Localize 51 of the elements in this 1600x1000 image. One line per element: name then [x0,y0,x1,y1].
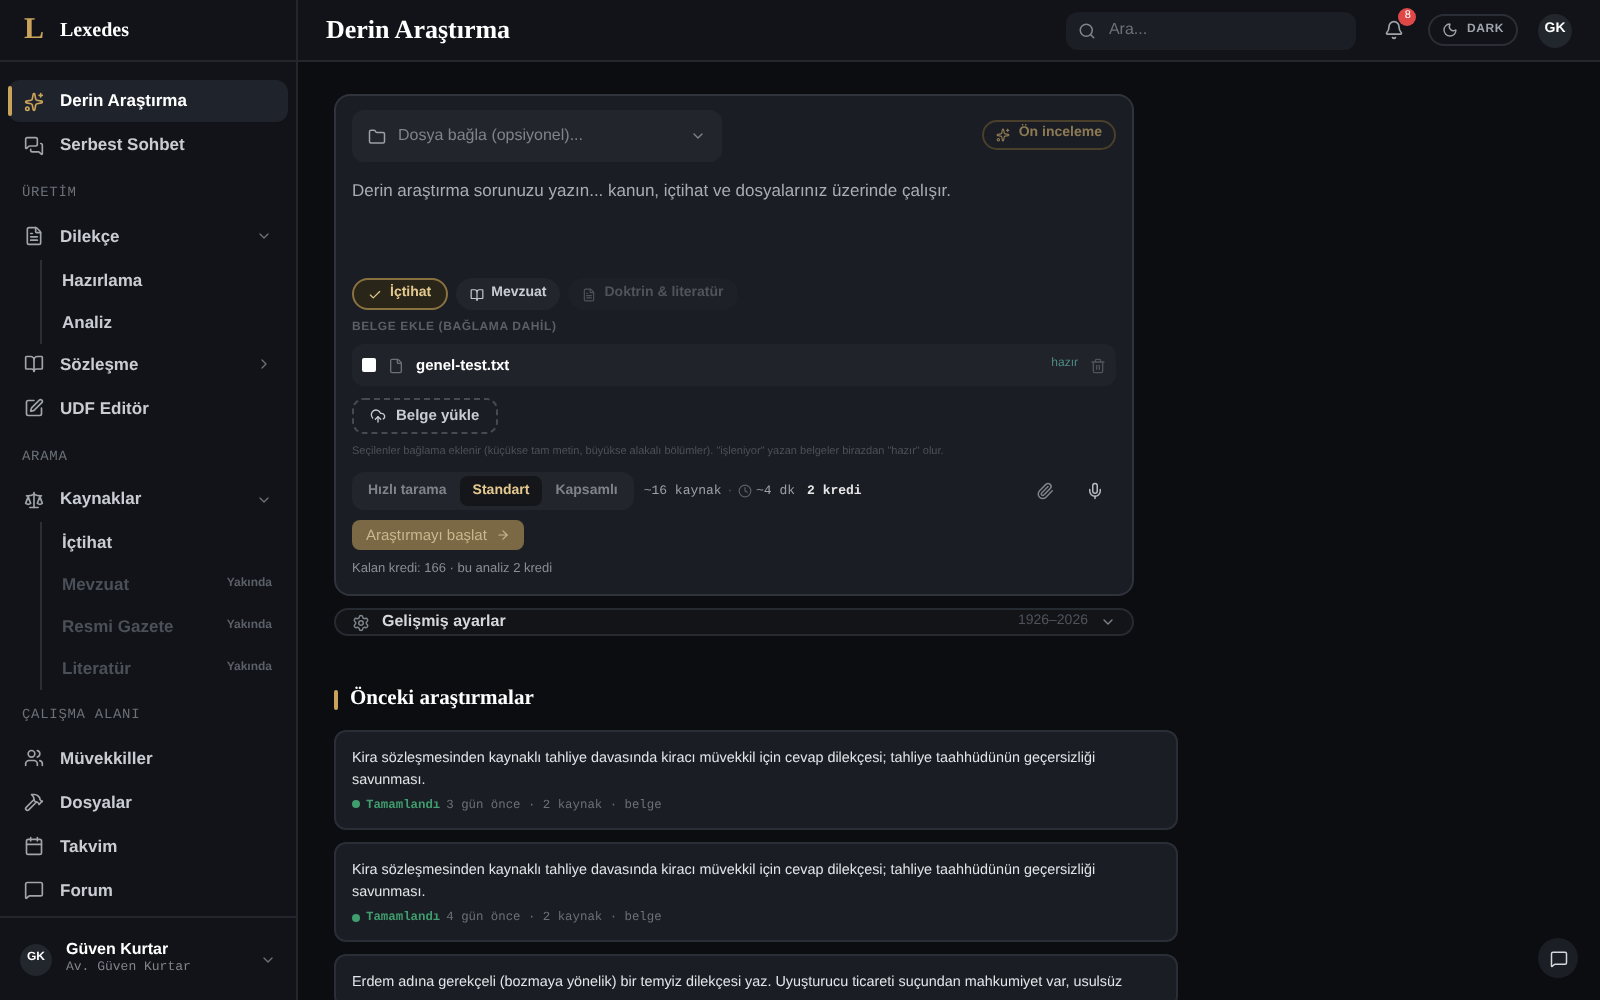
checkbox[interactable] [362,358,376,372]
section-title: Önceki araştırmalar [350,684,534,714]
chevron-down-icon [1100,614,1116,630]
nav-item[interactable]: Müvekkiller [8,737,288,779]
check-icon [368,287,382,301]
page-title: Derin Araştırma [326,12,513,49]
paperclip-icon[interactable] [1036,482,1054,501]
chat-button[interactable] [1538,938,1578,978]
chevron-down-icon [256,228,272,244]
moon-icon [1442,22,1459,38]
chevron-right-icon [256,356,272,372]
file-select[interactable]: Dosya bağla (opsiyonel)... [352,110,722,162]
book-icon [469,287,484,301]
nav-item[interactable]: Dilekçe [8,215,288,257]
gavel-icon [24,792,44,812]
chevron-down-icon [690,128,706,144]
cloud-upload-icon [370,408,386,424]
nav-item[interactable]: Forum [8,869,288,911]
file-icon [388,357,404,373]
nav-item[interactable]: Dosyalar [8,781,288,823]
message-icon [24,880,44,900]
calendar-icon [24,836,44,856]
logo-text: Lexedes [60,17,129,45]
sparkles-icon [996,128,1011,142]
sparkles-icon [24,91,44,111]
message-icon [1549,949,1567,967]
nav-item[interactable]: Kaynaklar [8,478,288,520]
nav-item[interactable]: Takvim [8,825,288,867]
edit-icon [24,398,44,418]
book-icon [24,354,44,374]
nav-item[interactable]: Serbest Sohbet [8,124,288,166]
scales-icon [24,489,44,509]
user-name: Güven Kurtar [66,940,171,961]
nav-item[interactable]: UDF Editör [8,387,288,429]
clock-icon [738,484,753,499]
nav-item[interactable]: Derin Araştırma [8,80,288,122]
gear-icon [352,613,370,631]
arrow-right-icon [496,528,511,543]
document-icon [582,287,597,301]
logo-mark: L [24,15,45,45]
search-icon [1078,21,1097,39]
nav-subitem[interactable]: Analiz [42,301,288,343]
folder-icon [368,127,386,145]
nav-subitem[interactable]: İçtihat [42,522,288,564]
chat-bubbles-icon [24,135,44,155]
microphone-icon[interactable] [1086,482,1104,501]
users-icon [24,748,44,768]
prompt-field[interactable]: Derin araştırma sorunuzu yazın... kanun, içtihat ve dosyalarınız üzerinde çalışır. [352,178,1116,274]
nav-item[interactable]: Sözleşme [8,343,288,385]
document-icon [24,226,44,246]
nav-subitem[interactable]: Hazırlama [42,259,288,301]
